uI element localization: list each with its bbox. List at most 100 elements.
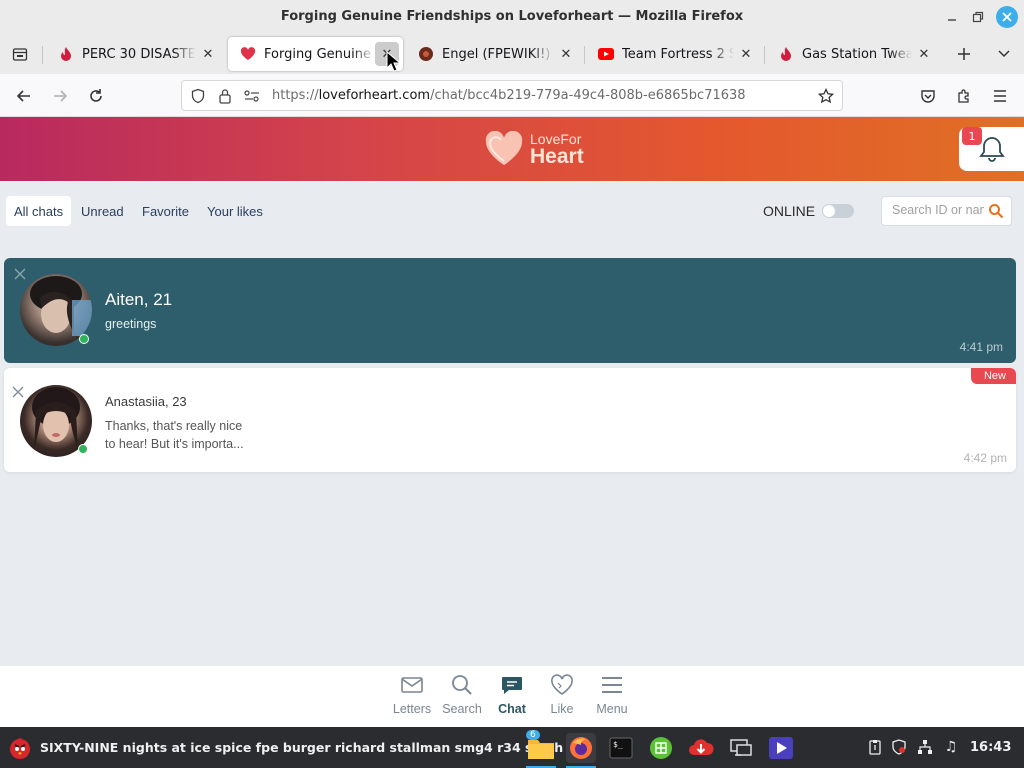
envelope-icon xyxy=(401,677,423,693)
taskbar-clock[interactable]: 16:43 xyxy=(970,740,1011,755)
search-input[interactable] xyxy=(892,203,984,217)
tab-perc[interactable]: PERC 30 DISASTER!!! ✕ xyxy=(46,37,224,71)
new-badge: New xyxy=(970,368,1016,384)
search-icon[interactable] xyxy=(988,203,1004,219)
terminal-app[interactable]: $_ xyxy=(606,733,636,763)
search-box[interactable] xyxy=(881,196,1012,226)
close-tab-icon[interactable]: ✕ xyxy=(912,42,936,66)
filter-all-chats[interactable]: All chats xyxy=(6,196,72,226)
nav-label: Menu xyxy=(596,702,628,716)
tracking-protection-icon[interactable] xyxy=(190,88,206,104)
extensions-button[interactable] xyxy=(950,82,978,110)
security-shield-icon[interactable] xyxy=(890,738,908,756)
nav-label: Like xyxy=(550,702,574,716)
nav-menu[interactable]: Menu xyxy=(585,674,639,716)
site-logo[interactable]: LoveFor Heart xyxy=(484,131,584,167)
window-title: Forging Genuine Friendships on Loveforhe… xyxy=(280,9,744,24)
url-host: loveforheart.com xyxy=(318,88,431,103)
tab-gas-station[interactable]: Gas Station Tweaker ✕ xyxy=(766,37,940,71)
tab-label: Gas Station Tweaker xyxy=(802,46,912,62)
app-menu-button[interactable] xyxy=(986,82,1014,110)
wiki-favicon-icon xyxy=(418,46,434,62)
remove-chat-icon[interactable] xyxy=(10,384,26,400)
nav-label: Search xyxy=(442,702,482,716)
arrow-right-icon xyxy=(54,90,68,102)
online-label: ONLINE xyxy=(763,203,816,219)
online-indicator xyxy=(79,334,89,344)
search-icon xyxy=(452,675,472,695)
tab-label: Engel (FPEWIKI!) | Fandom xyxy=(442,46,554,62)
site-header: LoveFor Heart xyxy=(0,117,1024,181)
display-settings-icon xyxy=(730,739,752,756)
close-tab-icon[interactable]: ✕ xyxy=(196,42,220,66)
tab-loveforheart[interactable]: Forging Genuine Friendships ✕ xyxy=(228,37,403,71)
firefox-app[interactable] xyxy=(566,733,596,768)
permissions-icon[interactable] xyxy=(244,89,260,103)
url-text[interactable]: https://loveforheart.com/chat/bcc4b219-7… xyxy=(272,88,746,103)
chat-card-aiten[interactable]: Aiten, 21 greetings 4:41 pm xyxy=(4,258,1016,363)
chat-last-message: greetings xyxy=(105,317,157,331)
files-app[interactable]: 6 xyxy=(526,730,556,768)
chat-time: 4:42 pm xyxy=(963,451,1007,465)
os-taskbar: SIXTY-NINE nights at ice spice fpe burge… xyxy=(0,727,1024,768)
angry-bird-icon xyxy=(10,738,30,759)
window-titlebar: Forging Genuine Friendships on Loveforhe… xyxy=(0,0,1024,34)
network-icon[interactable] xyxy=(916,738,934,756)
puzzle-icon xyxy=(958,89,969,103)
forward-button[interactable] xyxy=(46,82,74,110)
tab-engel[interactable]: Engel (FPEWIKI!) | Fandom ✕ xyxy=(406,37,582,71)
chat-name: Aiten, 21 xyxy=(105,290,173,309)
download-cloud-icon xyxy=(689,739,714,755)
plus-icon xyxy=(958,48,970,60)
remove-chat-icon[interactable] xyxy=(12,266,28,282)
downloader-app[interactable] xyxy=(686,733,716,763)
tab-tf2-songs[interactable]: Team Fortress 2 Songs ✕ xyxy=(586,37,762,71)
logo-line-1: LoveFor xyxy=(530,130,582,147)
clipboard-icon[interactable] xyxy=(866,738,884,756)
mouse-cursor-icon xyxy=(386,51,402,72)
svg-text:$_: $_ xyxy=(613,740,623,749)
address-bar[interactable]: https://loveforheart.com/chat/bcc4b219-7… xyxy=(181,80,843,111)
nav-label: Chat xyxy=(498,702,526,716)
close-tab-icon[interactable]: ✕ xyxy=(554,42,578,66)
back-button[interactable] xyxy=(10,82,38,110)
tab-label: Forging Genuine Friendships xyxy=(264,46,375,62)
new-tab-button[interactable] xyxy=(950,40,978,68)
flame-favicon-icon xyxy=(58,46,74,62)
message-line-2: to hear! But it's importa... xyxy=(105,437,244,451)
chat-card-anastasiia[interactable]: New Anastasiia, 23 Thanks, that's really… xyxy=(4,368,1016,472)
bookmark-star-icon[interactable] xyxy=(818,88,834,104)
nav-search[interactable]: Search xyxy=(435,674,489,716)
chat-filter-bar: All chats Unread Favorite Your likes ONL… xyxy=(0,181,1024,241)
files-badge: 6 xyxy=(526,730,540,740)
chat-time: 4:41 pm xyxy=(959,340,1003,354)
url-path: /chat/bcc4b219-779a-49c4-808b-e6865bc716… xyxy=(430,88,746,103)
volume-music-icon[interactable]: ♫ xyxy=(942,738,960,756)
reload-icon xyxy=(90,89,102,102)
lock-icon[interactable] xyxy=(218,88,232,104)
close-window-button[interactable] xyxy=(996,6,1018,28)
filter-favorite[interactable]: Favorite xyxy=(134,196,197,226)
firefox-view-button[interactable] xyxy=(6,40,34,68)
spreadsheet-app[interactable] xyxy=(646,733,676,763)
online-toggle[interactable] xyxy=(822,204,854,218)
nav-letters[interactable]: Letters xyxy=(385,674,439,716)
media-player-app[interactable] xyxy=(766,733,796,763)
nav-like[interactable]: Like xyxy=(535,674,589,716)
minimize-button[interactable] xyxy=(941,6,963,28)
nav-chat[interactable]: Chat xyxy=(485,674,539,716)
screen-app[interactable] xyxy=(726,733,756,763)
message-line-1: Thanks, that's really nice xyxy=(105,419,243,433)
pocket-button[interactable] xyxy=(914,82,942,110)
firefox-icon xyxy=(570,737,592,759)
notification-count-badge: 1 xyxy=(962,127,982,145)
list-all-tabs-button[interactable] xyxy=(990,40,1018,68)
filter-your-likes[interactable]: Your likes xyxy=(199,196,271,226)
close-tab-icon[interactable]: ✕ xyxy=(734,42,758,66)
pocket-icon xyxy=(921,90,935,103)
heart-logo-icon xyxy=(485,131,523,165)
filter-unread[interactable]: Unread xyxy=(73,196,132,226)
maximize-button[interactable] xyxy=(967,6,989,28)
active-window-button[interactable] xyxy=(5,733,35,763)
reload-button[interactable] xyxy=(82,82,110,110)
